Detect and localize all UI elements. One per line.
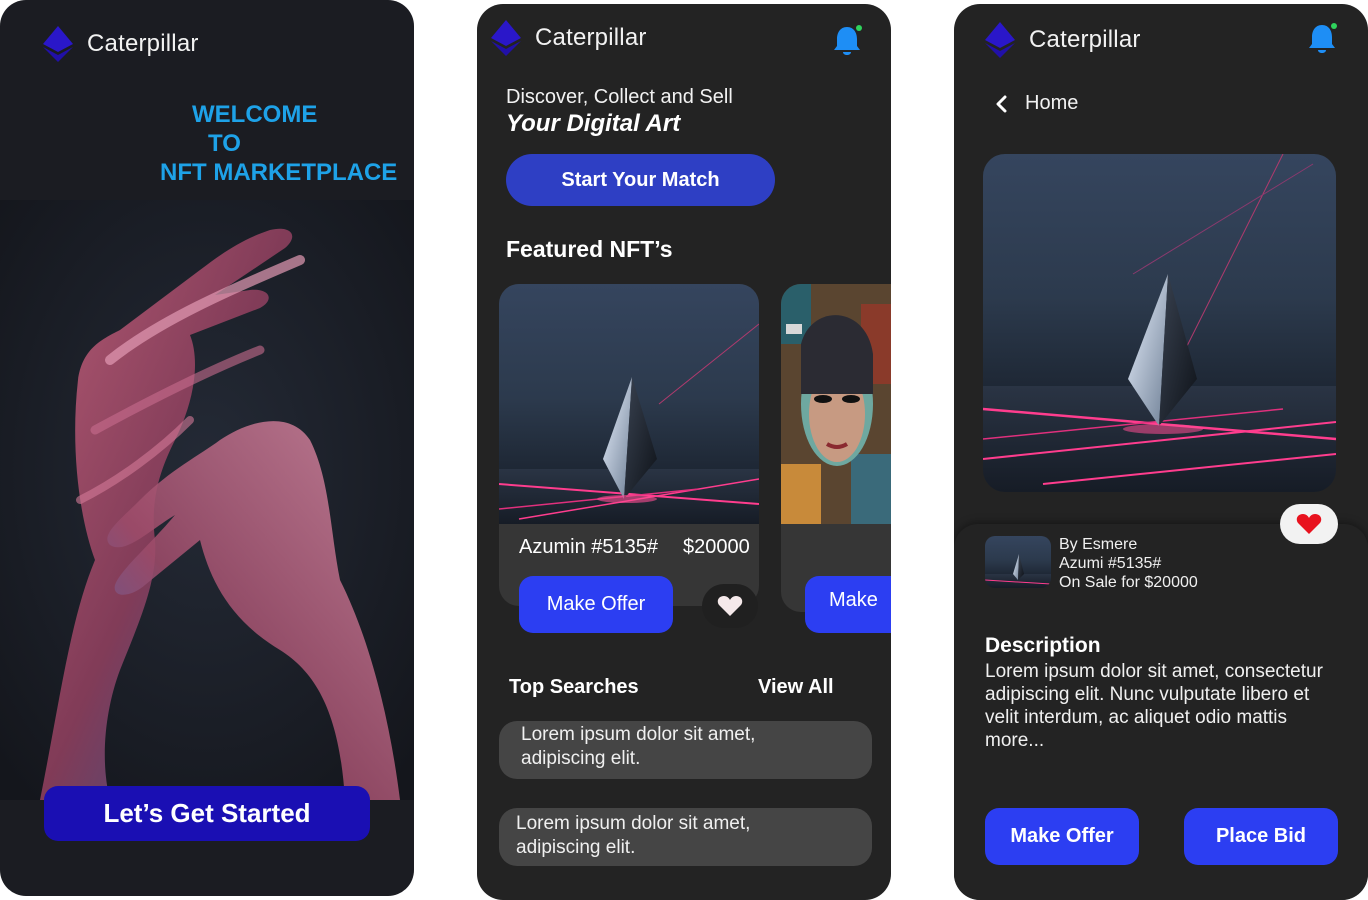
tagline: Discover, Collect and Sell	[506, 86, 733, 108]
brand-name: Caterpillar	[535, 24, 647, 51]
nft-price: $20000	[683, 536, 750, 558]
make-offer-button[interactable]: Make Offer	[985, 808, 1139, 865]
nft-name: Azumin #5135#	[519, 536, 658, 558]
welcome-heading: WELCOME TO NFT MARKETPLACE	[160, 100, 410, 187]
back-to-home[interactable]: Home	[994, 92, 1078, 115]
detail-screen: Caterpillar Home By Esmere Azumi #5135# …	[954, 4, 1368, 900]
heart-icon	[1296, 514, 1322, 534]
welcome-line-1: WELCOME	[192, 101, 318, 128]
search-item-line-2: adipiscing elit.	[516, 837, 636, 858]
search-item-line-2: adipiscing elit.	[521, 748, 641, 769]
heart-icon	[717, 596, 743, 616]
nft-name: Azumi #5135#	[1059, 555, 1162, 572]
crystal-artwork	[983, 154, 1336, 492]
favorite-button[interactable]	[1280, 504, 1338, 544]
brand-name: Caterpillar	[87, 30, 199, 57]
featured-nft-card[interactable]: Azumin #5135# $20000	[499, 284, 759, 606]
tagline-emphasis: Your Digital Art	[506, 110, 681, 137]
get-started-button[interactable]: Let’s Get Started	[44, 786, 370, 841]
ethereum-diamond-icon	[491, 20, 521, 56]
ethereum-diamond-icon	[985, 22, 1015, 58]
crystal-artwork	[499, 284, 759, 524]
brand: Caterpillar	[43, 26, 199, 62]
welcome-line-3: NFT MARKETPLACE	[160, 159, 398, 186]
make-offer-button[interactable]: Make Offer	[519, 576, 673, 633]
search-item-line-1: Lorem ipsum dolor sit amet,	[521, 724, 756, 745]
start-match-button[interactable]: Start Your Match	[506, 154, 775, 206]
description-text: Lorem ipsum dolor sit amet, consectetur …	[985, 661, 1323, 751]
search-item[interactable]: Lorem ipsum dolor sit amet, adipiscing e…	[499, 808, 872, 866]
nft-meta: By Esmere Azumi #5135# On Sale for $2000…	[1059, 535, 1198, 592]
chevron-left-icon	[996, 95, 1007, 112]
view-all-link[interactable]: View All	[758, 676, 834, 699]
notification-bell-icon[interactable]	[832, 24, 862, 58]
place-bid-button[interactable]: Place Bid	[1184, 808, 1338, 865]
hands-artwork	[0, 200, 414, 800]
crystal-artwork	[985, 536, 1051, 588]
featured-title: Featured NFT’s	[506, 236, 673, 262]
home-screen: Caterpillar Discover, Collect and Sell Y…	[477, 4, 891, 900]
brand: Caterpillar	[985, 22, 1141, 58]
favorite-button[interactable]	[702, 584, 758, 628]
welcome-line-2: TO	[208, 130, 241, 157]
back-label: Home	[1025, 92, 1079, 114]
search-item-line-1: Lorem ipsum dolor sit amet,	[516, 813, 751, 834]
brand-name: Caterpillar	[1029, 26, 1141, 53]
nft-artwork-large	[983, 154, 1336, 492]
make-offer-button-2[interactable]: Make	[805, 576, 891, 633]
nft-sale-price: On Sale for $20000	[1059, 574, 1198, 591]
description-title: Description	[985, 634, 1101, 657]
portrait-artwork	[781, 284, 891, 524]
nft-thumbnail	[985, 536, 1051, 588]
nft-creator: By Esmere	[1059, 536, 1138, 553]
featured-nft-card-2[interactable]	[781, 284, 891, 612]
ethereum-diamond-icon	[43, 26, 73, 62]
brand: Caterpillar	[491, 20, 647, 56]
top-searches-title: Top Searches	[509, 676, 639, 698]
notification-bell-icon[interactable]	[1307, 22, 1337, 56]
search-item[interactable]: Lorem ipsum dolor sit amet, adipiscing e…	[499, 721, 872, 779]
welcome-screen: Caterpillar WELCOME TO NFT MARKETPLACE L…	[0, 0, 414, 896]
